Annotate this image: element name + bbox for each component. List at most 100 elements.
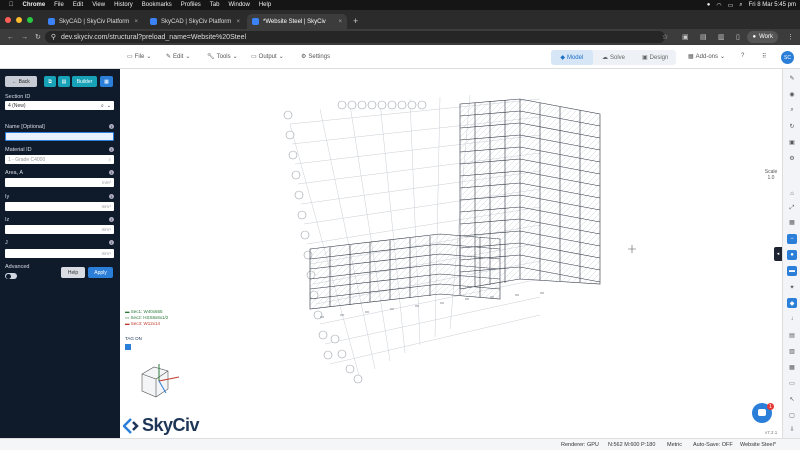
minimize-window-button[interactable]: [16, 16, 22, 23]
info-icon[interactable]: i: [109, 217, 114, 222]
extension-icon-3[interactable]: ▥: [718, 33, 725, 41]
output-menu[interactable]: ▭ Output ⌄: [251, 53, 284, 61]
menu-window[interactable]: Window: [228, 2, 249, 8]
section-id-field[interactable]: 4 (New) ⌕ ⌄: [5, 101, 114, 110]
menu-edit[interactable]: Edit: [73, 2, 83, 8]
tag-icon[interactable]: [125, 344, 131, 350]
minus-icon[interactable]: −: [787, 234, 797, 244]
builder-button[interactable]: Builder: [72, 76, 97, 87]
menu-help[interactable]: Help: [259, 2, 271, 8]
profile-button[interactable]: ● Work: [747, 31, 778, 43]
battery-icon[interactable]: ▭: [728, 2, 734, 9]
new-tab-button[interactable]: +: [353, 16, 358, 26]
browser-menu-icon[interactable]: ⋮: [787, 33, 794, 41]
menu-bookmarks[interactable]: Bookmarks: [142, 2, 172, 8]
user-avatar[interactable]: SC: [781, 51, 794, 64]
load-icon[interactable]: ↓: [787, 314, 797, 324]
search-icon[interactable]: ⌕: [739, 2, 742, 9]
apps-grid-icon[interactable]: ⠿: [762, 53, 766, 60]
menu-view[interactable]: View: [92, 2, 105, 8]
autosave-status[interactable]: Auto-Save: OFF: [693, 442, 733, 448]
settings-icon[interactable]: ⚙: [787, 153, 797, 163]
extension-icon-2[interactable]: ▤: [700, 33, 707, 41]
site-info-icon[interactable]: ⚲: [51, 33, 56, 41]
browser-tab-2[interactable]: SkyCAD | SkyCiv Platform ×: [145, 14, 245, 29]
menu-file[interactable]: File: [54, 2, 64, 8]
fit-view-icon[interactable]: ⤢: [787, 203, 797, 213]
zoom-icon[interactable]: ⌕: [787, 105, 797, 115]
forward-arrow-icon[interactable]: →: [21, 34, 28, 41]
record-icon[interactable]: ●: [707, 2, 711, 8]
search-icon[interactable]: ⌕: [101, 103, 104, 109]
model-mode-button[interactable]: ◆ Model: [551, 50, 593, 65]
tag-toggle[interactable]: TAG ON: [125, 336, 142, 341]
back-arrow-icon[interactable]: ←: [7, 34, 14, 41]
solve-mode-button[interactable]: ☁ Solve: [593, 50, 635, 65]
info-icon[interactable]: i: [109, 194, 114, 199]
info-icon[interactable]: i: [109, 170, 114, 175]
name-input[interactable]: [5, 132, 114, 141]
close-tab-icon[interactable]: ×: [338, 19, 342, 25]
info-icon[interactable]: i: [109, 240, 114, 245]
units-status[interactable]: Metric: [667, 442, 682, 448]
chevron-down-icon[interactable]: ⌄: [107, 103, 111, 109]
close-window-button[interactable]: [5, 16, 11, 23]
j-input[interactable]: mm⁴: [5, 249, 114, 258]
help-button[interactable]: Help: [61, 267, 85, 278]
wifi-icon[interactable]: ◠: [716, 2, 721, 9]
model-viewport[interactable]: ▬ Sec1: W40x655 ▭ Sec2: HSS8x8x1/2 ▬ Sec…: [120, 69, 782, 438]
edit-menu[interactable]: ✎ Edit ⌄: [166, 53, 190, 61]
material-icon[interactable]: ▧: [787, 346, 797, 356]
rotate-icon[interactable]: ↻: [787, 121, 797, 131]
screen-icon[interactable]: ▢: [787, 410, 797, 420]
apply-button[interactable]: Apply: [88, 267, 113, 278]
table-view-button[interactable]: ▦: [100, 76, 113, 87]
member-icon[interactable]: ▬: [787, 266, 797, 276]
tools-menu[interactable]: 🔧︎ Tools ⌄: [207, 53, 238, 61]
close-tab-icon[interactable]: ×: [134, 19, 138, 25]
extension-icon[interactable]: ▣: [682, 33, 689, 41]
view-cube[interactable]: [134, 359, 184, 404]
back-button[interactable]: ← Back: [5, 76, 37, 87]
search-icon[interactable]: ⌕: [108, 157, 111, 162]
camera-icon[interactable]: ▣: [787, 137, 797, 147]
menu-tab[interactable]: Tab: [210, 2, 220, 8]
section-tool-2[interactable]: ▤: [58, 76, 70, 87]
section-tool-1[interactable]: ⧉: [44, 76, 56, 87]
scale-value[interactable]: 1.0: [762, 175, 780, 181]
export-icon[interactable]: ⇩: [787, 424, 797, 434]
cursor-icon[interactable]: ↖: [787, 394, 797, 404]
iz-input[interactable]: mm⁴: [5, 225, 114, 234]
bookmark-star-icon[interactable]: ☆: [662, 33, 668, 41]
home-view-icon[interactable]: ⌂: [787, 189, 797, 199]
material-id-field[interactable]: 1 - Grade C4000 ⌕: [5, 155, 114, 164]
structure-wireframe[interactable]: [120, 69, 782, 438]
advanced-toggle[interactable]: [5, 273, 17, 279]
support-icon[interactable]: ✦: [787, 282, 797, 292]
zoom-window-button[interactable]: [27, 16, 33, 23]
url-bar[interactable]: ⚲ dev.skyciv.com/structural?preload_name…: [44, 31, 665, 43]
plate-icon[interactable]: ◆: [787, 298, 797, 308]
apple-icon[interactable]: : [9, 2, 14, 8]
help-icon[interactable]: ?: [741, 53, 744, 59]
settings-menu[interactable]: ⚙ Settings: [301, 53, 330, 61]
iy-input[interactable]: mm⁴: [5, 202, 114, 211]
side-panel-icon[interactable]: ▯: [736, 33, 740, 41]
area-input[interactable]: mm²: [5, 178, 114, 187]
section-icon[interactable]: ▤: [787, 330, 797, 340]
browser-tab-1[interactable]: SkyCAD | SkyCiv Platform ×: [43, 14, 143, 29]
reload-icon[interactable]: ↻: [35, 33, 41, 41]
browser-tab-3-active[interactable]: *Website Steel | SkyCiv ×: [247, 14, 347, 29]
close-tab-icon[interactable]: ×: [236, 19, 240, 25]
addons-menu[interactable]: ▦ Add-ons ⌄: [688, 53, 725, 61]
design-mode-button[interactable]: ▣ Design: [634, 50, 676, 65]
menu-profiles[interactable]: Profiles: [181, 2, 201, 8]
collapse-panel-button[interactable]: ◂: [774, 247, 782, 261]
info-icon[interactable]: i: [109, 124, 114, 129]
menu-history[interactable]: History: [114, 2, 133, 8]
eye-icon[interactable]: ◉: [787, 89, 797, 99]
info-icon[interactable]: i: [109, 147, 114, 152]
table-icon[interactable]: ▦: [787, 362, 797, 372]
monitor-icon[interactable]: ▭: [787, 378, 797, 388]
node-icon[interactable]: ●: [787, 250, 797, 260]
